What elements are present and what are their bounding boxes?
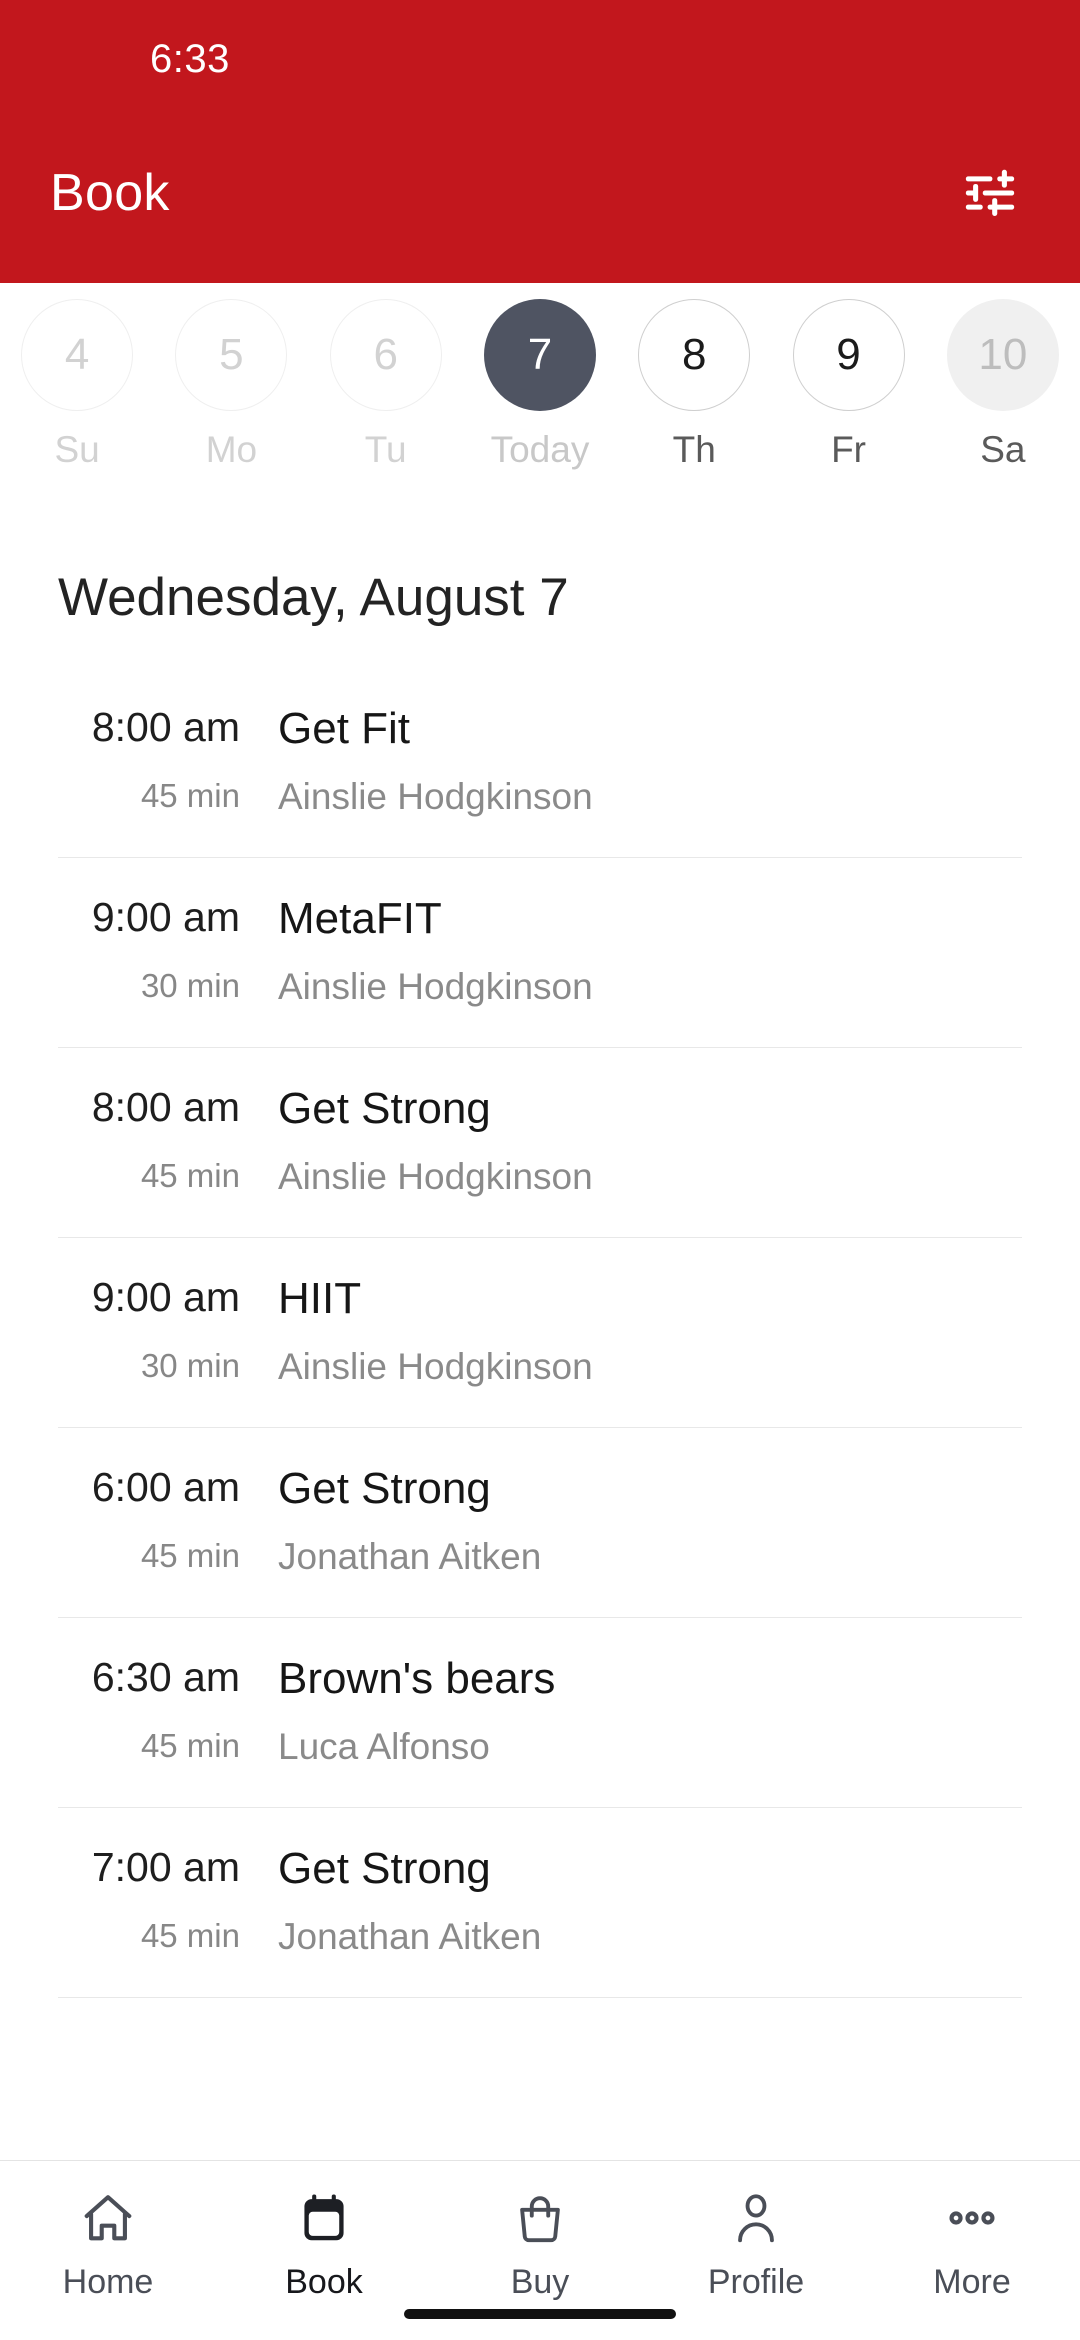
class-duration: 45 min [140,777,240,815]
class-info-column: Get Strong Ainslie Hodgkinson [274,1084,1022,1198]
class-time-column: 6:00 am 45 min [58,1466,274,1574]
class-time-column: 9:00 am 30 min [58,894,274,1005]
class-start-time: 9:00 am [91,1274,240,1321]
class-info-column: HIIT Ainslie Hodgkinson [274,1274,1022,1388]
class-time-column: 6:30 am 45 min [58,1656,274,1764]
class-row[interactable]: 8:00 am 45 min Get Fit Ainslie Hodgkinson [58,668,1022,859]
home-icon [79,2185,137,2251]
date-chip-label: Today [490,429,590,470]
ellipsis-icon [943,2185,1001,2251]
calendar-icon [295,2185,353,2251]
date-chip-5: 5 Mo [154,299,308,471]
class-info-column: Brown's bears Luca Alfonso [274,1654,1022,1768]
class-instructor: Luca Alfonso [278,1726,490,1768]
class-time-column: 8:00 am 45 min [58,704,274,815]
person-icon [727,2185,785,2251]
date-chip-label: Su [54,429,100,470]
date-chip-label: Th [672,429,716,470]
class-info-column: Get Strong Jonathan Aitken [274,1844,1022,1958]
date-chip-number: 4 [21,299,134,411]
class-name: Get Strong [278,1084,491,1134]
class-start-time: 9:00 am [91,894,240,941]
class-row[interactable]: 8:00 am 45 min Get Strong Ainslie Hodgkinso… [58,1048,1022,1239]
date-chip-10[interactable]: 10 Sa [926,299,1080,471]
date-chip-label: Tu [364,429,407,470]
nav-item-profile[interactable]: Profile [648,2185,864,2302]
class-list[interactable]: 8:00 am 45 min Get Fit Ainslie Hodgkinson 9:… [0,668,1080,2160]
nav-item-more[interactable]: More [864,2185,1080,2302]
date-chip-9[interactable]: 9 Fr [771,299,925,471]
class-row[interactable]: 9:00 am 30 min MetaFIT Ainslie Hodgkinson [58,858,1022,1049]
date-chip-number: 9 [792,299,905,411]
class-row[interactable]: 6:00 am 45 min Get Strong Jonathan Aitken [58,1428,1022,1619]
class-start-time: 8:00 am [91,704,240,750]
class-name: Get Fit [278,704,411,753]
date-chip-7[interactable]: 7 Today [463,299,617,471]
class-start-time: 8:00 am [91,1084,240,1131]
class-info-column: MetaFIT Ainslie Hodgkinson [274,894,1022,1008]
nav-item-home[interactable]: Home [0,2185,216,2302]
class-name: Get Strong [278,1844,491,1894]
class-duration: 45 min [140,1157,240,1195]
class-instructor: Ainslie Hodgkinson [278,1156,593,1198]
page-title: Book [50,164,170,222]
nav-item-book[interactable]: Book [216,2185,432,2302]
class-name: Get Strong [278,1464,491,1514]
date-chip-label: Mo [205,429,258,470]
date-chip-number: 6 [329,299,442,411]
home-indicator[interactable] [404,2309,676,2319]
class-start-time: 6:30 am [91,1654,240,1701]
date-chip-number: 7 [483,299,596,411]
class-start-time: 7:00 am [91,1844,240,1891]
date-chip-label: Fr [831,429,867,470]
app-bar-row: Book [0,118,1080,268]
status-bar: 6:33 [0,0,1080,118]
class-instructor: Jonathan Aitken [278,1536,542,1578]
class-duration: 30 min [140,1347,240,1385]
app-screen: 6:33 Book 4 Su 5 Mo 6 Tu 7 Today 8 Th 9 … [0,0,1080,2340]
date-chip-6: 6 Tu [309,299,463,471]
class-duration: 30 min [140,967,240,1005]
tune-icon[interactable] [952,155,1028,231]
class-instructor: Ainslie Hodgkinson [278,776,593,818]
date-chip-number: 10 [946,299,1059,411]
class-time-column: 7:00 am 45 min [58,1846,274,1954]
class-start-time: 6:00 am [91,1464,240,1511]
class-duration: 45 min [140,1917,240,1955]
status-bar-clock: 6:33 [150,36,230,81]
class-time-column: 8:00 am 45 min [58,1086,274,1194]
class-info-column: Get Fit Ainslie Hodgkinson [274,704,1022,818]
class-time-column: 9:00 am 30 min [58,1276,274,1384]
class-name: Brown's bears [278,1654,556,1704]
class-info-column: Get Strong Jonathan Aitken [274,1464,1022,1578]
class-instructor: Ainslie Hodgkinson [278,1346,593,1388]
class-instructor: Ainslie Hodgkinson [278,966,593,1008]
date-strip[interactable]: 4 Su 5 Mo 6 Tu 7 Today 8 Th 9 Fr 10 Sa [0,283,1080,513]
date-chip-4: 4 Su [0,299,154,471]
class-row[interactable]: 6:30 am 45 min Brown's bears Luca Alfonso [58,1618,1022,1809]
class-row[interactable]: 7:00 am 45 min Get Strong Jonathan Aitken [58,1808,1022,1999]
class-name: HIIT [278,1274,362,1324]
class-duration: 45 min [140,1537,240,1575]
date-chip-number: 5 [175,299,288,411]
date-chip-8[interactable]: 8 Th [617,299,771,471]
class-name: MetaFIT [278,894,442,944]
date-chip-number: 8 [638,299,751,411]
nav-item-buy[interactable]: Buy [432,2185,648,2302]
app-bar: 6:33 Book [0,0,1080,283]
class-row[interactable]: 9:00 am 30 min HIIT Ainslie Hodgkinson [58,1238,1022,1429]
home-indicator-area [0,2288,1080,2340]
day-heading: Wednesday, August 7 [58,568,569,627]
class-duration: 45 min [140,1727,240,1765]
bag-icon [511,2185,569,2251]
class-instructor: Jonathan Aitken [278,1916,542,1958]
date-chip-label: Sa [980,429,1026,470]
